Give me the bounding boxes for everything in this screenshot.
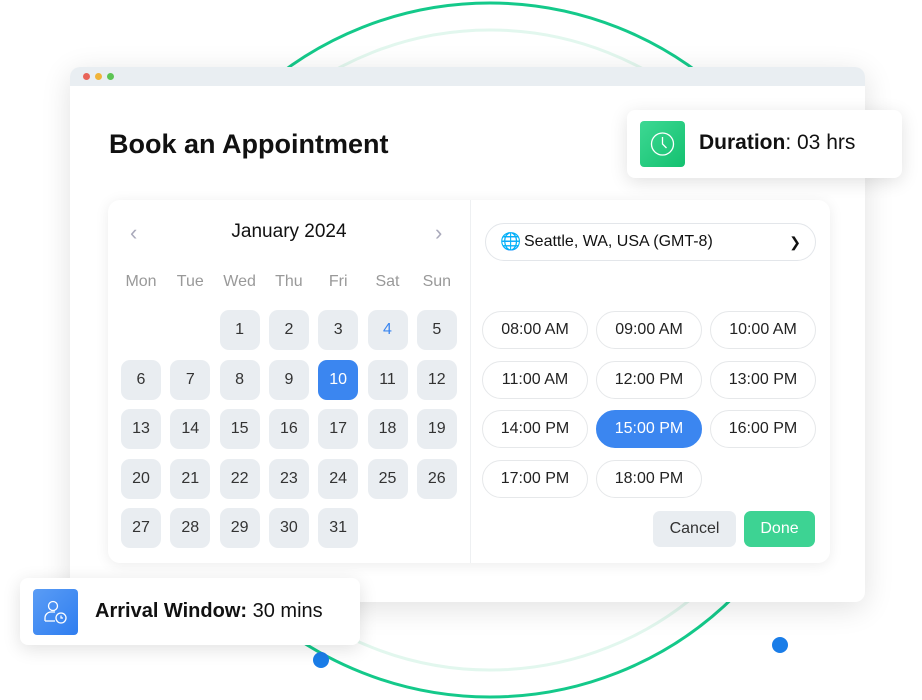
- time-slot[interactable]: 15:00 PM: [596, 410, 702, 448]
- day-cell[interactable]: 14: [170, 409, 211, 449]
- day-cell[interactable]: 17: [318, 409, 359, 449]
- day-cell[interactable]: 7: [170, 359, 211, 400]
- day-cell[interactable]: 19: [416, 409, 457, 449]
- day-cell[interactable]: 6: [121, 359, 161, 400]
- minimize-dot[interactable]: [95, 73, 102, 80]
- day-cell[interactable]: 18: [367, 409, 408, 449]
- day-cell[interactable]: 10: [318, 359, 359, 400]
- time-slot[interactable]: 16:00 PM: [710, 410, 816, 448]
- time-slot[interactable]: 12:00 PM: [596, 360, 702, 399]
- weekday-label: Tue: [176, 273, 204, 290]
- day-cell[interactable]: 20: [121, 458, 161, 499]
- day-cell[interactable]: 26: [416, 458, 457, 499]
- day-cell[interactable]: 8: [219, 359, 260, 400]
- blue-dot: [313, 652, 329, 668]
- weekday-label: Wed: [223, 273, 256, 290]
- duration-label: Duration: [699, 131, 786, 154]
- maximize-dot[interactable]: [107, 73, 114, 80]
- time-slot[interactable]: 18:00 PM: [596, 459, 702, 498]
- time-slot[interactable]: 14:00 PM: [482, 410, 588, 448]
- day-cell[interactable]: 31: [318, 508, 359, 548]
- day-cell[interactable]: 16: [268, 409, 309, 449]
- weekday-label: Thu: [275, 273, 303, 290]
- timezone-value: Seattle, WA, USA (GMT-8): [524, 233, 713, 250]
- weekday-label: Sun: [422, 273, 452, 290]
- time-slot[interactable]: 09:00 AM: [596, 311, 702, 349]
- booking-panel: ‹ January 2024 › Mon Tue Wed Thu Fri Sat Sun 1 2…: [108, 200, 830, 563]
- arrival-label: Arrival Window:: [95, 600, 248, 622]
- day-cell[interactable]: 11: [367, 359, 408, 400]
- day-cell[interactable]: 23: [268, 458, 309, 499]
- day-cell[interactable]: 22: [219, 458, 260, 499]
- arrival-value: 30 mins: [247, 600, 323, 622]
- time-slot[interactable]: 13:00 PM: [710, 360, 816, 399]
- divider: [470, 200, 471, 563]
- page-title: Book an Appointment: [109, 129, 389, 159]
- day-cell[interactable]: 9: [268, 359, 309, 400]
- time-slot[interactable]: 11:00 AM: [482, 360, 588, 399]
- day-cell[interactable]: 12: [416, 359, 457, 400]
- clock-icon: [640, 121, 685, 167]
- day-cell[interactable]: 5: [416, 310, 457, 350]
- chevron-down-icon: ❯: [789, 234, 801, 250]
- title-bar: [70, 67, 865, 86]
- timezone-select[interactable]: 🌐 Seattle, WA, USA (GMT-8) ❯: [485, 223, 816, 261]
- globe-icon: 🌐: [500, 232, 522, 251]
- day-cell[interactable]: 29: [219, 508, 260, 548]
- day-cell[interactable]: 3: [318, 310, 359, 350]
- cancel-button[interactable]: Cancel: [653, 511, 736, 547]
- time-slot[interactable]: 10:00 AM: [710, 311, 816, 349]
- blue-dot: [772, 637, 788, 653]
- weekday-label: Fri: [328, 273, 348, 290]
- weekday-label: Mon: [125, 273, 157, 290]
- user-clock-icon: [33, 589, 78, 635]
- duration-card: Duration: 03 hrs: [627, 110, 902, 178]
- day-cell[interactable]: 1: [219, 310, 260, 350]
- day-cell[interactable]: 21: [170, 458, 211, 499]
- day-cell[interactable]: 13: [121, 409, 161, 449]
- day-cell[interactable]: 28: [170, 508, 211, 548]
- day-cell[interactable]: 4: [367, 310, 408, 350]
- duration-value: : 03 hrs: [785, 131, 856, 154]
- day-cell[interactable]: 27: [121, 508, 161, 548]
- day-cell[interactable]: 25: [367, 458, 408, 499]
- day-cell[interactable]: 30: [268, 508, 309, 548]
- arrival-window-card: Arrival Window: 30 mins: [20, 578, 360, 645]
- time-slot[interactable]: 17:00 PM: [482, 459, 588, 498]
- weekday-label: Sat: [375, 273, 400, 290]
- day-cell[interactable]: 15: [219, 409, 260, 449]
- done-button[interactable]: Done: [744, 511, 815, 547]
- day-cell[interactable]: 24: [318, 458, 359, 499]
- month-label: January 2024: [231, 221, 347, 242]
- day-cell[interactable]: 2: [268, 310, 309, 350]
- chevron-right-icon[interactable]: ›: [435, 220, 442, 246]
- close-dot[interactable]: [83, 73, 90, 80]
- time-slot[interactable]: 08:00 AM: [482, 311, 588, 349]
